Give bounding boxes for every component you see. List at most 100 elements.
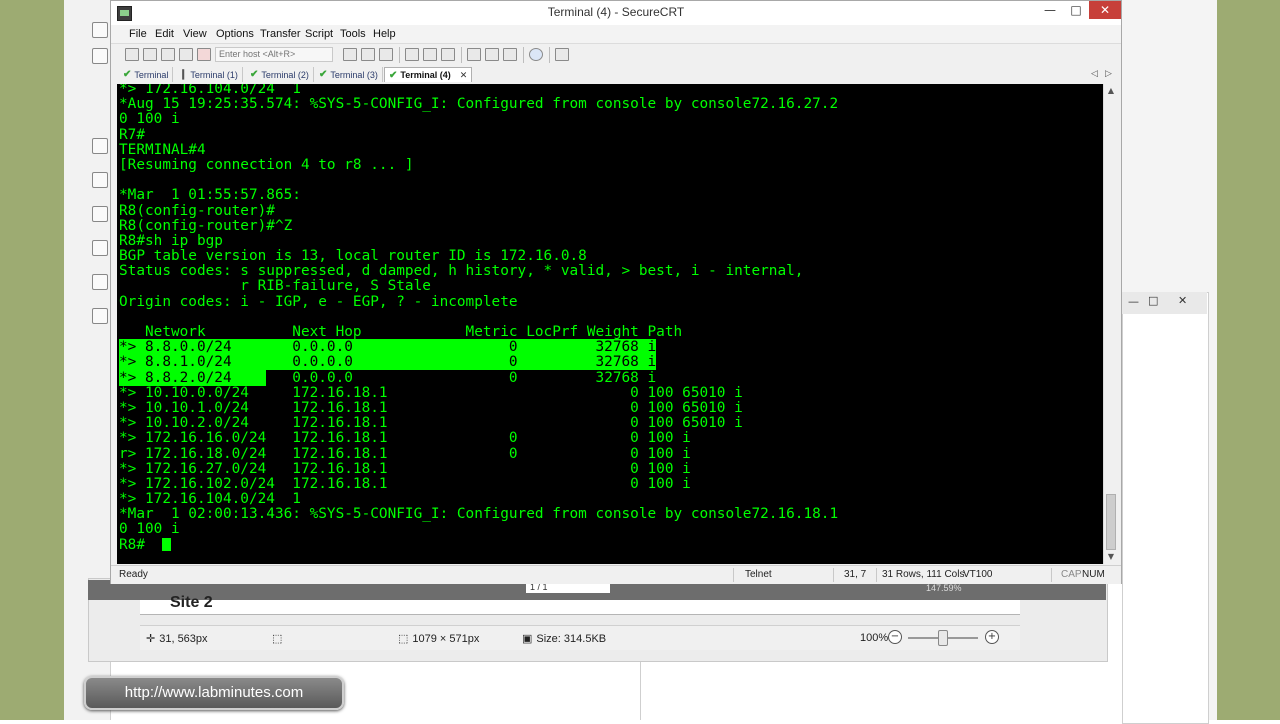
- terminal-line: 0 100 i: [119, 521, 180, 538]
- quick-connect-icon[interactable]: [143, 48, 157, 61]
- watermark-banner: http://www.labminutes.com: [84, 676, 344, 710]
- menu-transfer[interactable]: Transfer: [260, 28, 301, 40]
- zoom-level: 100%: [860, 632, 889, 644]
- titlebar[interactable]: Terminal (4) - SecureCRT — □ ✕: [111, 1, 1121, 25]
- session-tabs: ✔ Terminal ❙ Terminal (1) ✔ Terminal (2) ✔ T…: [111, 66, 1121, 83]
- reconnect-icon[interactable]: [179, 48, 193, 61]
- tab-label: Terminal (2): [261, 69, 309, 80]
- connect-icon[interactable]: [125, 48, 139, 61]
- status-separator: [733, 568, 734, 582]
- zoom-out-button[interactable]: −: [888, 630, 902, 644]
- tab-terminal-1[interactable]: ❙ Terminal (1): [175, 67, 243, 82]
- host-input[interactable]: [215, 47, 333, 62]
- terminal-line: *> 172.16.104.0/24 1: [119, 491, 301, 508]
- file-size-value: Size: 314.5KB: [536, 632, 607, 645]
- tab-close-icon[interactable]: ✕: [460, 70, 468, 81]
- terminal-line: *Aug 15 19:25:35.574: %SYS-5-CONFIG_I: C…: [119, 96, 839, 113]
- terminal-line: *> 10.10.2.0/24 172.16.18.1 0 100 65010 …: [119, 415, 743, 432]
- terminal-line: *Mar 1 01:55:57.865:: [119, 187, 301, 204]
- status-separator: [833, 568, 834, 582]
- close-button[interactable]: ✕: [1089, 1, 1121, 19]
- log-icon[interactable]: [441, 48, 455, 61]
- maximize-button[interactable]: □: [1063, 1, 1089, 19]
- zoom-slider-thumb[interactable]: [938, 630, 948, 646]
- scroll-up-icon[interactable]: ▲: [1104, 84, 1118, 98]
- scrollbar-thumb[interactable]: [1106, 494, 1116, 550]
- connected-check-icon: ✔: [319, 69, 328, 80]
- menu-options[interactable]: Options: [216, 28, 254, 40]
- toolbar-separator: [549, 47, 550, 63]
- terminal-cursor: [162, 537, 172, 551]
- screen-icon[interactable]: [555, 48, 569, 61]
- tab-label: Terminal (1): [190, 69, 238, 80]
- image-size-value: 1079 × 571px: [412, 632, 480, 645]
- crosshair-icon: ✛: [146, 633, 156, 645]
- window-border: [640, 652, 641, 720]
- connected-check-icon: ✔: [123, 69, 132, 80]
- minimize-icon[interactable]: —: [1128, 295, 1139, 308]
- terminal-screen[interactable]: *> 172.16.104.0/24 1 *Aug 15 19:25:35.574…: [117, 84, 1103, 564]
- global-options-icon[interactable]: [485, 48, 499, 61]
- terminal-line: Network Next Hop Metric LocPrf Weight Pa…: [119, 324, 683, 340]
- keymap-icon[interactable]: [503, 48, 517, 61]
- menu-view[interactable]: View: [183, 28, 207, 40]
- status-icon: ❙: [179, 69, 188, 80]
- image-size: ⬚ 1079 × 571px: [398, 632, 480, 646]
- tab-label: Terminal: [134, 69, 169, 80]
- disconnect-icon[interactable]: [197, 48, 211, 61]
- eraser-icon[interactable]: [92, 206, 108, 222]
- tab-label: Terminal (4): [400, 70, 451, 80]
- canvas-label: Site 2: [170, 594, 213, 611]
- tab-scroll-right-icon[interactable]: ▷: [1105, 68, 1112, 79]
- terminal-line: *> 172.16.27.0/24 172.16.18.1 0 100 i: [119, 460, 691, 477]
- print-icon[interactable]: [405, 48, 419, 61]
- palette-icon[interactable]: [92, 48, 108, 64]
- zoom-in-button[interactable]: +: [985, 630, 999, 644]
- terminal-line: 0 100 i: [119, 111, 180, 128]
- toolbar-separator: [523, 47, 524, 63]
- terminal-scrollbar[interactable]: ▲ ▼: [1103, 84, 1118, 564]
- document-icon[interactable]: [92, 138, 108, 154]
- notepad-icon[interactable]: [92, 308, 108, 324]
- paste-icon[interactable]: [361, 48, 375, 61]
- tab-terminal-2[interactable]: ✔ Terminal (2): [246, 67, 314, 82]
- cursor-position-value: 31, 563px: [159, 632, 208, 645]
- terminal-line: Origin codes: i - IGP, e - EGP, ? - inco…: [119, 293, 518, 310]
- find-icon[interactable]: [379, 48, 393, 61]
- menu-edit[interactable]: Edit: [155, 28, 174, 40]
- desktop-background-right: [1217, 0, 1280, 720]
- connect-tab-icon[interactable]: [161, 48, 175, 61]
- terminal-line: BGP table version is 13, local router ID…: [119, 248, 587, 265]
- edit-icon[interactable]: [92, 22, 108, 38]
- maximize-icon[interactable]: □: [1148, 294, 1158, 307]
- session-options-icon[interactable]: [467, 48, 481, 61]
- terminal-line: *> 8.8.0.0/24 0.0.0.0 0 32768 i: [119, 339, 657, 356]
- copy-icon[interactable]: [343, 48, 357, 61]
- tab-scroll-left-icon[interactable]: ◁: [1091, 68, 1098, 79]
- image-viewer-statusbar: ✛ 31, 563px ⬚ ⬚ 1079 × 571px ▣ Size: 314.5K…: [140, 625, 1020, 650]
- scroll-down-icon[interactable]: ▼: [1104, 550, 1118, 564]
- comment-icon[interactable]: [92, 240, 108, 256]
- tab-terminal-3[interactable]: ✔ Terminal (3): [315, 67, 383, 82]
- connected-check-icon: ✔: [389, 69, 398, 81]
- status-size: 31 Rows, 111 Cols: [882, 569, 965, 580]
- menu-tools[interactable]: Tools: [340, 28, 366, 40]
- terminal-line: *> 10.10.1.0/24 172.16.18.1 0 100 65010 …: [119, 399, 743, 416]
- toolbar: [111, 43, 1121, 66]
- attachment-icon[interactable]: [92, 274, 108, 290]
- connected-check-icon: ✔: [250, 69, 259, 80]
- tab-terminal-4[interactable]: ✔ Terminal (4) ✕: [384, 67, 473, 82]
- status-separator: [876, 568, 877, 582]
- page-icon[interactable]: [92, 172, 108, 188]
- menu-file[interactable]: File: [129, 28, 147, 40]
- menu-help[interactable]: Help: [373, 28, 396, 40]
- terminal-line: *Mar 1 02:00:13.436: %SYS-5-CONFIG_I: Co…: [119, 506, 839, 523]
- cursor-position: ✛ 31, 563px: [146, 632, 208, 646]
- tab-terminal[interactable]: ✔ Terminal: [119, 67, 174, 82]
- terminal-line: r> 172.16.18.0/24 172.16.18.1 0 0 100 i: [119, 445, 691, 462]
- help-icon[interactable]: [529, 48, 543, 61]
- print-setup-icon[interactable]: [423, 48, 437, 61]
- close-icon[interactable]: ✕: [1178, 294, 1187, 307]
- minimize-button[interactable]: —: [1037, 1, 1063, 19]
- menu-script[interactable]: Script: [305, 28, 333, 40]
